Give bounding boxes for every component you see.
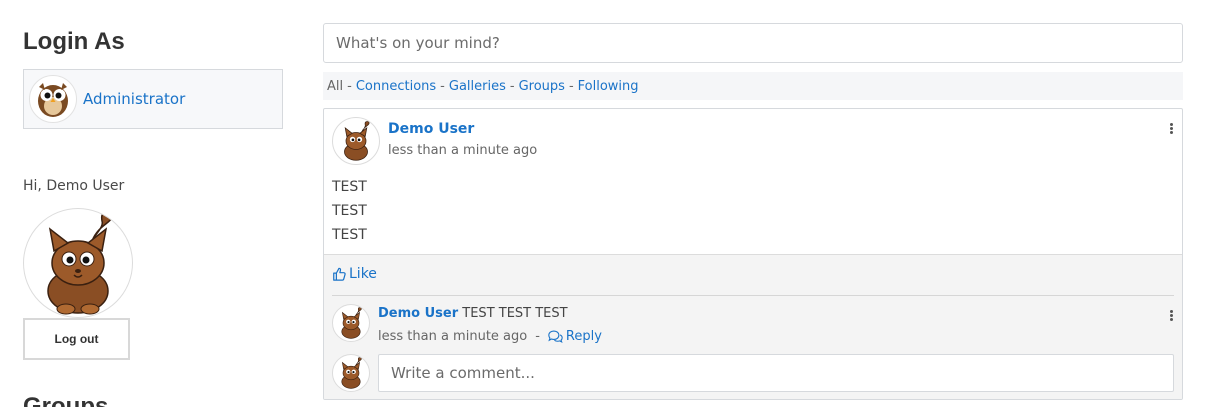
post-text-line: TEST <box>332 227 367 243</box>
post-text-line: TEST <box>332 203 367 219</box>
status-input[interactable] <box>323 23 1183 63</box>
cat-avatar-icon <box>332 354 370 392</box>
comment-kebab-menu-icon[interactable] <box>1168 310 1174 322</box>
comment-item: Demo User TEST TEST TEST less than a min… <box>332 304 602 344</box>
cat-avatar-icon[interactable] <box>332 304 370 342</box>
cat-avatar-icon[interactable] <box>332 117 380 165</box>
filter-separator: - <box>440 78 445 94</box>
comment-text: TEST TEST TEST <box>462 306 568 321</box>
cat-avatar-icon[interactable] <box>23 208 133 318</box>
reply-label: Reply <box>565 329 602 344</box>
like-label: Like <box>349 266 377 282</box>
comments-divider <box>332 295 1174 296</box>
post-text-line: TEST <box>332 179 367 195</box>
activity-post: Demo User less than a minute ago TEST TE… <box>323 108 1183 400</box>
filter-separator: - <box>509 78 515 94</box>
owl-avatar-icon[interactable] <box>29 75 77 123</box>
filter-separator: - <box>568 78 574 94</box>
activity-filter-bar: All - Connections - Galleries - Groups -… <box>323 72 1183 100</box>
filter-separator: - <box>347 78 352 94</box>
groups-heading: Groups <box>23 393 109 407</box>
like-button[interactable]: Like <box>332 266 377 282</box>
login-as-heading: Login As <box>23 28 125 55</box>
login-as-administrator-link[interactable]: Administrator <box>83 90 185 108</box>
post-kebab-menu-icon[interactable] <box>1168 123 1174 135</box>
post-footer: Like Demo User TEST TEST TEST less than … <box>324 254 1182 399</box>
comments-icon <box>548 330 563 343</box>
post-body: TEST TEST TEST <box>332 175 367 247</box>
comment-input[interactable] <box>378 354 1174 392</box>
filter-groups-link[interactable]: Groups <box>519 79 565 94</box>
greeting-text: Hi, Demo User <box>23 178 125 194</box>
write-comment-row <box>332 354 1174 392</box>
filter-galleries-link[interactable]: Galleries <box>449 79 506 94</box>
post-header: Demo User less than a minute ago <box>332 117 537 165</box>
login-as-panel: Administrator <box>23 69 283 129</box>
thumbs-up-icon <box>333 267 346 281</box>
comment-timestamp: less than a minute ago <box>378 329 528 344</box>
filter-all: All <box>327 78 344 94</box>
post-author-link[interactable]: Demo User <box>388 121 537 137</box>
post-timestamp: less than a minute ago <box>388 143 538 158</box>
reply-button[interactable]: Reply <box>548 329 602 344</box>
comment-author-link[interactable]: Demo User <box>378 306 458 321</box>
comment-separator: - <box>535 329 540 344</box>
filter-following-link[interactable]: Following <box>578 79 639 94</box>
logout-button[interactable]: Log out <box>23 318 130 360</box>
filter-connections-link[interactable]: Connections <box>356 79 436 94</box>
